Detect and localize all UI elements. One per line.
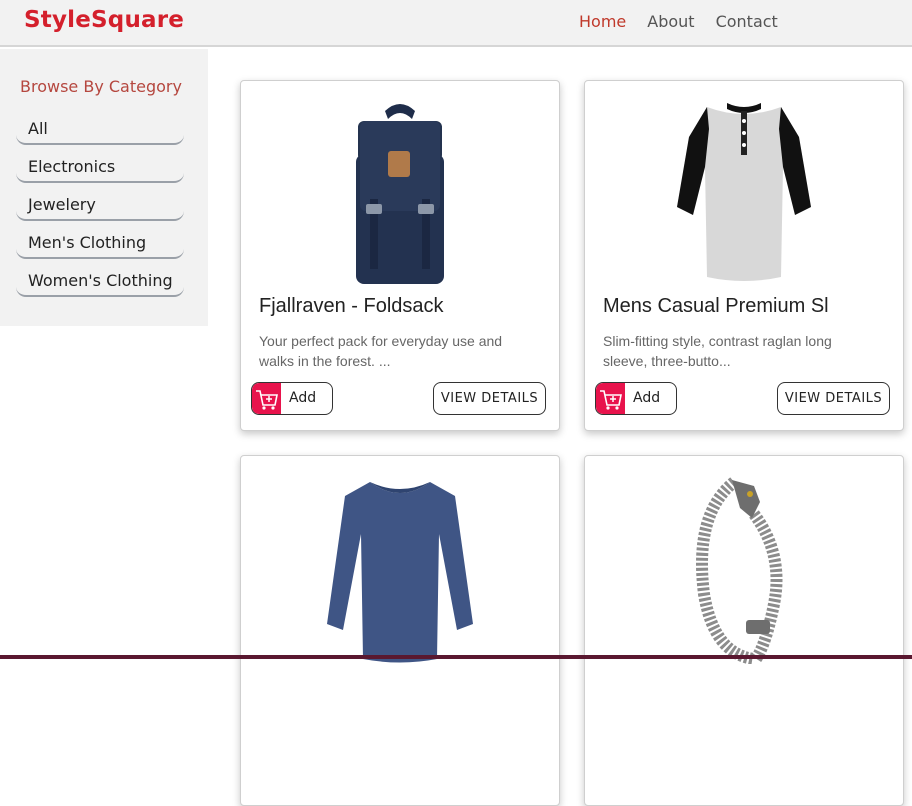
product-description: Your perfect pack for everyday use and w… — [259, 333, 503, 369]
cart-plus-icon — [252, 383, 281, 414]
bottom-bar — [0, 655, 912, 659]
nav-home-link[interactable]: Home — [579, 12, 626, 31]
product-title[interactable]: Mens Casual Premium Sl — [603, 295, 898, 318]
product-title[interactable]: Fjallraven - Foldsack — [259, 295, 554, 318]
cart-plus-icon — [596, 383, 625, 414]
add-to-cart-button[interactable]: Add — [251, 382, 333, 415]
nav-about-link[interactable]: About — [647, 12, 694, 31]
view-details-button[interactable]: VIEW DETAILS — [777, 382, 890, 415]
product-card: Fjallraven - Foldsack Your perfect pack … — [240, 80, 560, 431]
tshirt-image[interactable] — [669, 97, 819, 287]
category-electronics[interactable]: Electronics — [16, 152, 184, 183]
nav-links: Home About Contact — [579, 12, 799, 31]
product-card — [240, 455, 560, 806]
category-sidebar: Browse By Category All Electronics Jewel… — [0, 49, 208, 326]
longsleeve-shirt-image[interactable] — [325, 474, 475, 664]
view-details-button[interactable]: VIEW DETAILS — [433, 382, 546, 415]
nav-contact-link[interactable]: Contact — [716, 12, 778, 31]
add-to-cart-button[interactable]: Add — [595, 382, 677, 415]
sidebar-title: Browse By Category — [20, 77, 182, 96]
backpack-image[interactable] — [330, 99, 470, 287]
bracelet-image[interactable] — [674, 474, 814, 664]
add-label: Add — [289, 390, 317, 406]
category-womens-clothing[interactable]: Women's Clothing — [16, 266, 184, 297]
category-jewelery[interactable]: Jewelery — [16, 190, 184, 221]
product-card: Mens Casual Premium Sl Slim-fitting styl… — [584, 80, 904, 431]
product-description: Slim-fitting style, contrast raglan long… — [603, 333, 832, 369]
add-label: Add — [633, 390, 661, 406]
brand-logo[interactable]: StyleSquare — [24, 7, 184, 33]
category-all[interactable]: All — [16, 114, 184, 145]
category-mens-clothing[interactable]: Men's Clothing — [16, 228, 184, 259]
product-card — [584, 455, 904, 806]
navbar: StyleSquare Home About Contact — [0, 0, 912, 47]
